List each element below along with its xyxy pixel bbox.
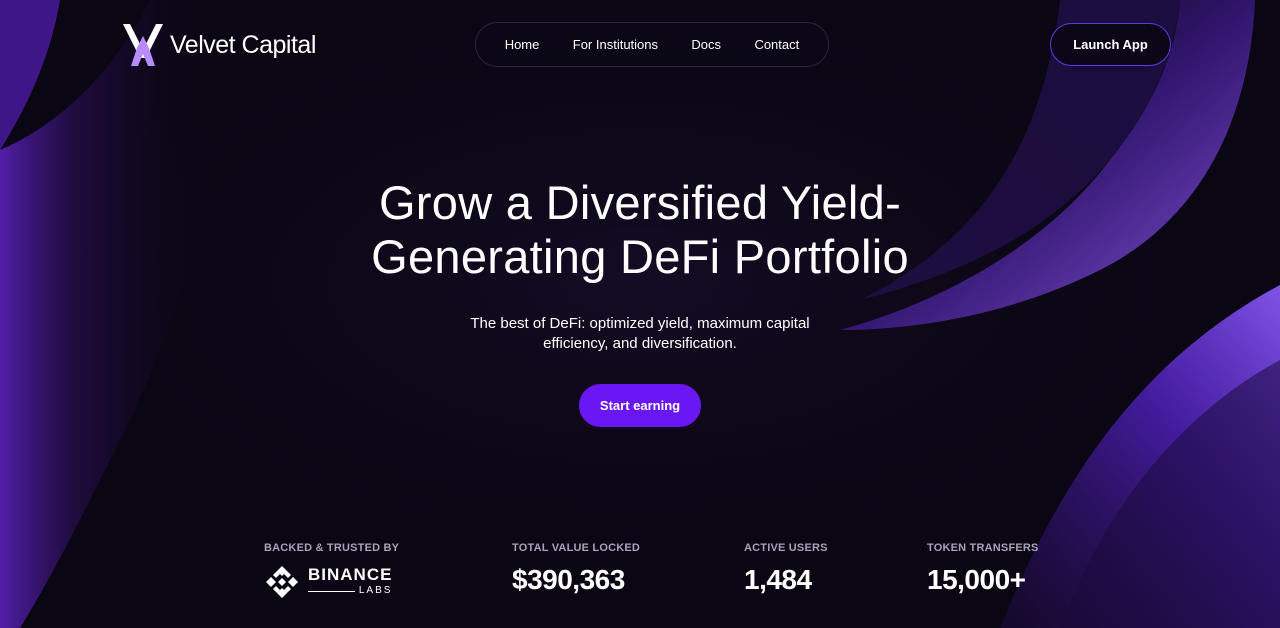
binance-wordmark: BINANCE LABS bbox=[308, 566, 392, 598]
stat-backed-by: BACKED & TRUSTED BY BINANCE LABS bbox=[264, 542, 399, 600]
main-nav: Home For Institutions Docs Contact bbox=[475, 22, 829, 67]
hero-section: Grow a Diversified Yield- Generating DeF… bbox=[0, 176, 1280, 427]
binance-sub-row: LABS bbox=[308, 584, 392, 598]
binance-logo-icon bbox=[266, 566, 298, 598]
nav-item-home[interactable]: Home bbox=[505, 37, 540, 52]
hero-subtitle: The best of DeFi: optimized yield, maxim… bbox=[470, 315, 810, 352]
stat-token-transfers: TOKEN TRANSFERS 15,000+ bbox=[927, 542, 1039, 596]
hero-title-line-2: Generating DeFi Portfolio bbox=[371, 230, 909, 283]
velvet-capital-logo-icon bbox=[123, 24, 163, 66]
hero-title-line-1: Grow a Diversified Yield- bbox=[378, 176, 902, 229]
nav-item-docs[interactable]: Docs bbox=[691, 37, 721, 52]
stat-label-backed: BACKED & TRUSTED BY bbox=[264, 542, 400, 554]
stat-total-value-locked: TOTAL VALUE LOCKED $390,363 bbox=[512, 542, 640, 596]
brand-name: Velvet Capital bbox=[170, 30, 316, 59]
stat-value-transfers: 15,000+ bbox=[927, 564, 1026, 595]
nav-item-contact[interactable]: Contact bbox=[754, 37, 799, 52]
stat-value-tvl: $390,363 bbox=[512, 564, 625, 595]
stat-label-tvl: TOTAL VALUE LOCKED bbox=[512, 542, 641, 554]
nav-item-for-institutions[interactable]: For Institutions bbox=[573, 37, 658, 52]
stat-label-users: ACTIVE USERS bbox=[744, 542, 828, 554]
stats-bar: BACKED & TRUSTED BY BINANCE LABS TOTAL V… bbox=[0, 542, 1280, 628]
launch-app-button[interactable]: Launch App bbox=[1050, 23, 1171, 66]
brand-logo[interactable]: Velvet Capital bbox=[122, 24, 316, 66]
site-header: Velvet Capital Home For Institutions Doc… bbox=[0, 0, 1280, 90]
start-earning-button[interactable]: Start earning bbox=[579, 384, 701, 427]
binance-labs-logo[interactable]: BINANCE LABS bbox=[264, 564, 399, 600]
stat-value-users: 1,484 bbox=[744, 564, 812, 595]
stat-active-users: ACTIVE USERS 1,484 bbox=[744, 542, 828, 596]
hero-title: Grow a Diversified Yield- Generating DeF… bbox=[0, 176, 1280, 284]
binance-labs-text: LABS bbox=[358, 585, 393, 596]
stat-label-transfers: TOKEN TRANSFERS bbox=[927, 542, 1039, 554]
binance-rule-left bbox=[308, 590, 355, 592]
binance-name: BINANCE bbox=[308, 565, 393, 584]
